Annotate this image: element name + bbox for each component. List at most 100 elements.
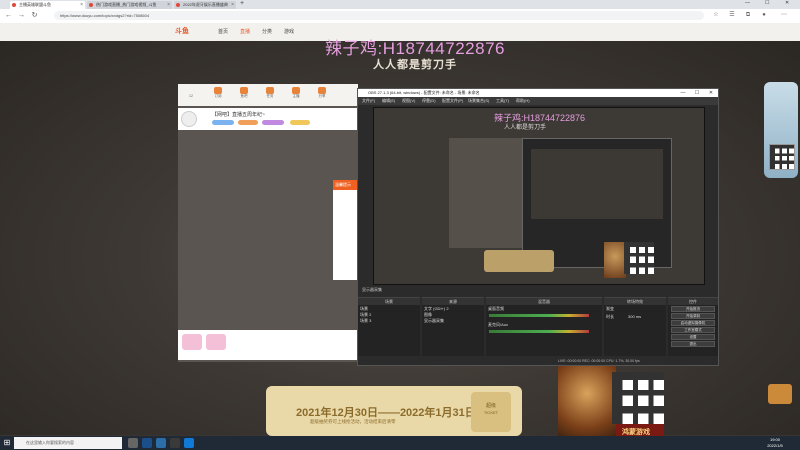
virtual-camera-button[interactable]: 启动虚拟摄像机 (671, 320, 715, 326)
anchor-icon (292, 87, 300, 94)
url-field[interactable]: https://www.douyu.com/topic/xxdgs2?rid=7… (54, 11, 704, 20)
close-tab-icon[interactable]: × (167, 1, 170, 9)
studio-mode-button[interactable]: 工作室模式 (671, 327, 715, 333)
browser-tab[interactable]: 主播英雄联盟斗鱼 × (10, 1, 85, 9)
slogan-text: 人人都是剪刀手 (373, 59, 457, 71)
inner-dialog: 温馨提示 (333, 180, 358, 280)
forward-arrow-icon[interactable]: → (17, 11, 26, 20)
star-icon[interactable]: ☆ (712, 11, 720, 19)
refresh-icon[interactable]: ↻ (30, 11, 39, 20)
browser-tab[interactable]: 2022年虎牙娱乐直播盛典 × (174, 1, 236, 9)
obs-icon[interactable] (170, 438, 180, 448)
qr-code (769, 144, 795, 170)
scene-item[interactable]: 场景 3 (360, 318, 371, 324)
more-icon[interactable]: ⋯ (780, 11, 788, 19)
nested-character-image (604, 242, 626, 278)
obs-status-bar: LIVE: 00:00:00 REC: 00:00:00 CPU: 1.7%, … (358, 357, 718, 365)
task-view-icon[interactable] (128, 438, 138, 448)
profile-icon[interactable]: ● (760, 11, 768, 19)
close-window-button[interactable]: ✕ (785, 0, 789, 6)
floating-game-icon[interactable] (768, 384, 792, 404)
nested-promo (484, 250, 554, 272)
obs-maximize-button[interactable]: ☐ (692, 89, 702, 97)
steam-icon[interactable] (142, 438, 152, 448)
close-tab-icon[interactable]: × (231, 1, 234, 9)
new-tab-button[interactable]: + (240, 0, 244, 7)
minimize-button[interactable]: — (745, 0, 750, 6)
nav-live[interactable]: 直播 (240, 27, 250, 37)
start-streaming-button[interactable]: 开始推流 (671, 306, 715, 312)
source-name: 显示器采集 (362, 287, 382, 292)
nav-home[interactable]: 首页 (218, 27, 228, 37)
close-tab-icon[interactable]: × (80, 1, 83, 9)
obs-minimize-button[interactable]: — (678, 89, 688, 97)
toolbar-item[interactable]: 任务 (262, 87, 278, 99)
forum-icon (240, 87, 248, 94)
nav-category[interactable]: 分类 (262, 27, 272, 37)
windows-start-icon[interactable]: ⊞ (2, 438, 12, 448)
gift-icon[interactable] (206, 334, 226, 350)
menu-profile[interactable]: 配置文件(P) (442, 97, 463, 105)
back-arrow-icon[interactable]: ← (4, 11, 13, 20)
inner-bottom-panel (178, 330, 358, 360)
character-image (558, 366, 616, 444)
badge (290, 120, 310, 125)
edge-browser-icon[interactable] (184, 438, 194, 448)
promo-date: 2021年12月30日——2022年1月31日 (296, 407, 476, 419)
collections-icon[interactable]: ⧉ (744, 11, 752, 19)
menu-dock[interactable]: 停靠(D) (422, 97, 436, 105)
obs-menu-bar: 文件(F) 编辑(E) 视图(V) 停靠(D) 配置文件(P) 场景集合(S) … (358, 97, 718, 105)
side-widget[interactable] (764, 82, 798, 178)
settings-button[interactable]: 设置 (671, 334, 715, 340)
menu-edit[interactable]: 编辑(E) (382, 97, 395, 105)
mixer-channel-label: 麦克风/Aux (488, 322, 509, 327)
toolbar-item[interactable]: 鱼吧 (236, 87, 252, 99)
menu-view[interactable]: 视图(V) (402, 97, 415, 105)
nav-game[interactable]: 游戏 (284, 27, 294, 37)
task-icon (266, 87, 274, 94)
transition-duration-input[interactable]: 300 ms (628, 314, 641, 320)
inner-toolbar: 12 订阅 鱼吧 任务 主播 分享 (178, 84, 358, 106)
start-recording-button[interactable]: 开始录制 (671, 313, 715, 319)
browser-tab[interactable]: 热门游戏直播_热门游戏视频_斗鱼 × (87, 1, 172, 9)
obs-preview[interactable]: 辣子鸡:H18744722876 人人都是剪刀手 (373, 107, 705, 285)
scenes-dock: 场景 场景 场景 2 场景 3 (358, 297, 420, 356)
menu-help[interactable]: 帮助(H) (516, 97, 530, 105)
obs-source-toolbar: 显示器采集 (358, 285, 718, 295)
promo-banner[interactable]: 2021年12月30日——2022年1月31日 超级抽奖券可上线抢活动，活动结束… (266, 386, 522, 436)
toolbar-item[interactable]: 12 (183, 87, 199, 98)
count-icon (187, 87, 195, 94)
taskbar-search-input[interactable]: 在这里输入你要搜索的内容 (14, 437, 122, 449)
transition-select[interactable]: 渐变 (606, 306, 614, 312)
source-item[interactable]: 显示器采集 (424, 318, 444, 324)
toolbar-item[interactable]: 订阅 (210, 87, 226, 99)
maximize-button[interactable]: ☐ (765, 0, 769, 6)
favorites-icon[interactable]: ☰ (728, 11, 736, 19)
dock-header: 来源 (422, 298, 484, 305)
promo-ticket[interactable]: 超级 TICKET (471, 392, 511, 432)
menu-file[interactable]: 文件(F) (362, 97, 375, 105)
address-bar-row: ← → ↻ https://www.douyu.com/topic/xxdgs2… (0, 9, 800, 24)
mixer-dock: 混音器 桌面音频 麦克风/Aux (486, 297, 602, 356)
mixer-channel-label: 桌面音频 (488, 306, 504, 311)
badge (238, 120, 258, 125)
site-logo[interactable]: 斗鱼 (175, 27, 201, 37)
nested-qr-code (624, 242, 654, 274)
site-favicon-icon (12, 3, 16, 7)
obs-title-bar: OBS 27.1.3 (64-bit, windows) - 配置文件: 未命名… (358, 89, 718, 97)
promo-subtitle: 超级抽奖券可上线抢活动，活动结束后清零 (310, 419, 396, 424)
obs-close-button[interactable]: ✕ (706, 89, 716, 97)
taskbar-clock[interactable]: 19:00 2022/1/5 (760, 437, 790, 449)
site-favicon-icon (89, 3, 93, 7)
menu-tools[interactable]: 工具(T) (496, 97, 509, 105)
gift-icon[interactable] (182, 334, 202, 350)
app-icon[interactable] (156, 438, 166, 448)
avatar[interactable] (181, 111, 197, 127)
toolbar-item[interactable]: 分享 (314, 87, 330, 99)
anchor-info-bar: 【网吧】直播五周年纪~ (178, 108, 358, 130)
toolbar-item[interactable]: 主播 (288, 87, 304, 99)
obs-window: OBS 27.1.3 (64-bit, windows) - 配置文件: 未命名… (357, 88, 719, 366)
exit-button[interactable]: 退出 (671, 341, 715, 347)
share-icon (318, 87, 326, 94)
menu-scene-collection[interactable]: 场景集合(S) (468, 97, 489, 105)
